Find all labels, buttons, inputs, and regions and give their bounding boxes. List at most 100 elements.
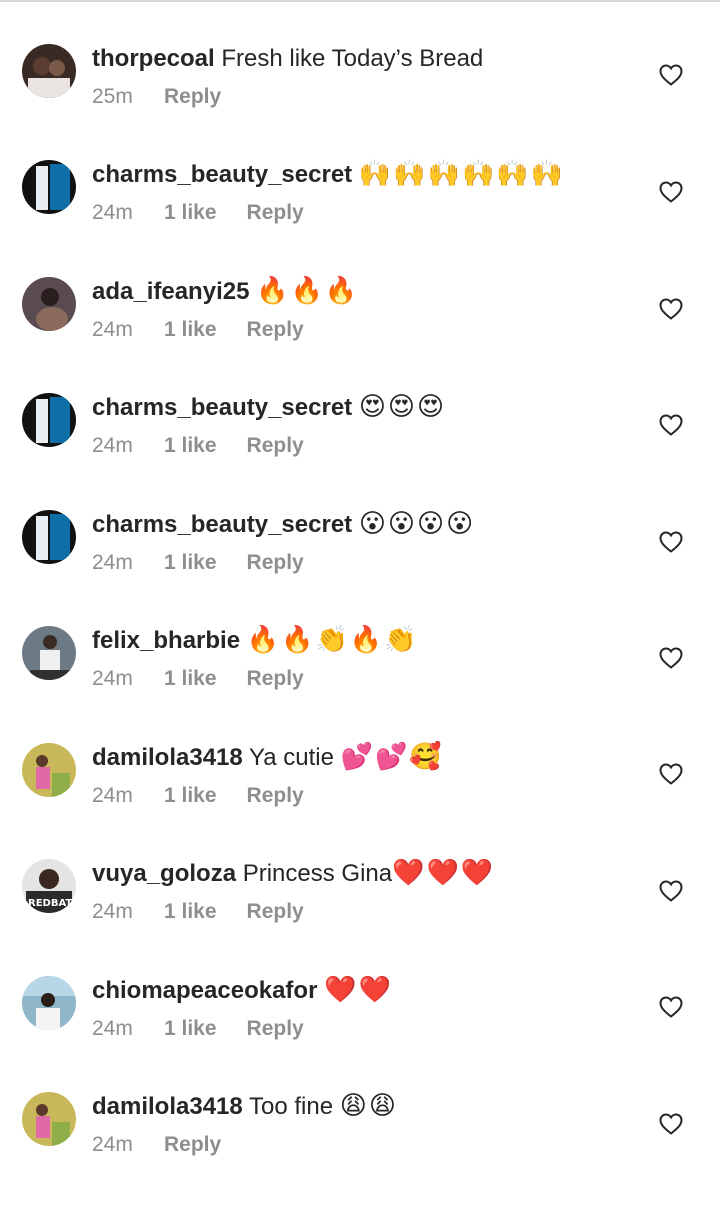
like-heart-icon[interactable] — [659, 181, 683, 203]
avatar[interactable] — [22, 277, 76, 331]
comment-item: charms_beauty_secret 😮😮😮😮 24m 1 like Reply — [0, 508, 720, 624]
like-count[interactable]: 1 like — [164, 549, 217, 577]
reply-button[interactable]: Reply — [164, 85, 221, 108]
comment-text: Princess Gina — [242, 860, 393, 887]
username[interactable]: thorpecoal — [92, 45, 215, 72]
username[interactable]: damilola3418 — [92, 744, 243, 771]
comment-meta: 24m 1 like Reply — [92, 782, 304, 810]
comment-item: felix_bharbie 🔥🔥👏🔥👏 24m 1 like Reply — [0, 624, 720, 740]
comment-text-line: charms_beauty_secret 😮😮😮😮 — [92, 508, 630, 540]
comment-emoji: 🙌🙌🙌🙌🙌🙌 — [358, 158, 566, 188]
like-count[interactable]: 1 like — [164, 1015, 217, 1043]
comment-emoji: 🔥🔥👏🔥👏 — [246, 624, 419, 654]
reply-button[interactable]: Reply — [247, 1017, 304, 1040]
top-divider — [0, 0, 720, 2]
comment-meta: 24m 1 like Reply — [92, 898, 304, 926]
avatar[interactable] — [22, 1092, 76, 1146]
comment-text-line: charms_beauty_secret 🙌🙌🙌🙌🙌🙌 — [92, 158, 630, 190]
reply-button[interactable]: Reply — [247, 667, 304, 690]
avatar[interactable] — [22, 44, 76, 98]
comment-time: 24m — [92, 1017, 133, 1040]
comment-text-line: chiomapeaceokafor ❤️❤️ — [92, 974, 630, 1006]
comment-meta: 24m 1 like Reply — [92, 1015, 304, 1043]
username[interactable]: chiomapeaceokafor — [92, 977, 317, 1004]
comment-text: Fresh like Today’s Bread — [221, 45, 484, 72]
avatar[interactable] — [22, 510, 76, 564]
comment-emoji: ❤️❤️❤️ — [392, 857, 496, 887]
comment-emoji: 😩😩 — [339, 1090, 398, 1120]
like-heart-icon[interactable] — [659, 64, 683, 86]
comment-time: 24m — [92, 784, 133, 807]
comment-item: ada_ifeanyi25 🔥🔥🔥 24m 1 like Reply — [0, 275, 720, 391]
comment-text: Ya cutie — [248, 744, 334, 771]
comment-emoji: ❤️❤️ — [324, 974, 393, 1004]
comment-meta: 24m 1 like Reply — [92, 549, 304, 577]
comment-item: thorpecoal Fresh like Today’s Bread 25m R… — [0, 42, 720, 158]
like-heart-icon[interactable] — [659, 647, 683, 669]
like-heart-icon[interactable] — [659, 996, 683, 1018]
reply-button[interactable]: Reply — [247, 551, 304, 574]
reply-button[interactable]: Reply — [164, 1133, 221, 1156]
comment-emoji: 💕💕🥰 — [340, 741, 444, 771]
avatar[interactable] — [22, 393, 76, 447]
like-heart-icon[interactable] — [659, 298, 683, 320]
reply-button[interactable]: Reply — [247, 900, 304, 923]
comment-text-line: damilola3418 Too fine 😩😩 — [92, 1090, 630, 1122]
comment-emoji: 😮😮😮😮 — [358, 508, 476, 538]
like-count[interactable]: 1 like — [164, 782, 217, 810]
svg-text:REDBAT: REDBAT — [28, 898, 72, 909]
reply-button[interactable]: Reply — [247, 318, 304, 341]
like-count[interactable]: 1 like — [164, 316, 217, 344]
comment-time: 24m — [92, 551, 133, 574]
comment-emoji: 😍😍😍 — [358, 391, 447, 421]
comment-text-line: vuya_goloza Princess Gina❤️❤️❤️ — [92, 857, 630, 889]
like-heart-icon[interactable] — [659, 763, 683, 785]
username[interactable]: felix_bharbie — [92, 627, 240, 654]
comment-meta: 24m 1 like Reply — [92, 199, 304, 227]
comment-time: 24m — [92, 667, 133, 690]
comment-meta: 25m Reply — [92, 83, 221, 111]
like-heart-icon[interactable] — [659, 880, 683, 902]
username[interactable]: charms_beauty_secret — [92, 394, 352, 421]
comment-emoji: 🔥🔥🔥 — [256, 275, 360, 305]
avatar[interactable] — [22, 160, 76, 214]
reply-button[interactable]: Reply — [247, 434, 304, 457]
avatar[interactable] — [22, 743, 76, 797]
avatar[interactable] — [22, 976, 76, 1030]
like-heart-icon[interactable] — [659, 531, 683, 553]
comment-time: 24m — [92, 1133, 133, 1156]
like-heart-icon[interactable] — [659, 1113, 683, 1135]
like-count[interactable]: 1 like — [164, 898, 217, 926]
username[interactable]: ada_ifeanyi25 — [92, 278, 249, 305]
comment-meta: 24m Reply — [92, 1131, 221, 1159]
comment-item: REDBAT vuya_goloza Princess Gina❤️❤️❤️ 2… — [0, 857, 720, 973]
comment-text-line: charms_beauty_secret 😍😍😍 — [92, 391, 630, 423]
comment-text: Too fine — [248, 1093, 334, 1120]
reply-button[interactable]: Reply — [247, 201, 304, 224]
comment-meta: 24m 1 like Reply — [92, 316, 304, 344]
avatar[interactable]: REDBAT — [22, 859, 76, 913]
like-count[interactable]: 1 like — [164, 665, 217, 693]
username[interactable]: charms_beauty_secret — [92, 161, 352, 188]
comment-meta: 24m 1 like Reply — [92, 665, 304, 693]
comment-item: damilola3418 Ya cutie 💕💕🥰 24m 1 like Reply — [0, 741, 720, 857]
comment-item: chiomapeaceokafor ❤️❤️ 24m 1 like Reply — [0, 974, 720, 1090]
username[interactable]: charms_beauty_secret — [92, 511, 352, 538]
comment-text-line: thorpecoal Fresh like Today’s Bread — [92, 42, 630, 74]
comment-time: 24m — [92, 201, 133, 224]
username[interactable]: damilola3418 — [92, 1093, 243, 1120]
comment-time: 25m — [92, 85, 133, 108]
like-count[interactable]: 1 like — [164, 432, 217, 460]
like-count[interactable]: 1 like — [164, 199, 217, 227]
like-heart-icon[interactable] — [659, 414, 683, 436]
comment-item: charms_beauty_secret 😍😍😍 24m 1 like Reply — [0, 391, 720, 507]
comment-time: 24m — [92, 318, 133, 341]
comment-text-line: damilola3418 Ya cutie 💕💕🥰 — [92, 741, 630, 773]
comment-time: 24m — [92, 900, 133, 923]
reply-button[interactable]: Reply — [247, 784, 304, 807]
comment-time: 24m — [92, 434, 133, 457]
comment-text-line: ada_ifeanyi25 🔥🔥🔥 — [92, 275, 630, 307]
avatar[interactable] — [22, 626, 76, 680]
comment-meta: 24m 1 like Reply — [92, 432, 304, 460]
username[interactable]: vuya_goloza — [92, 860, 236, 887]
